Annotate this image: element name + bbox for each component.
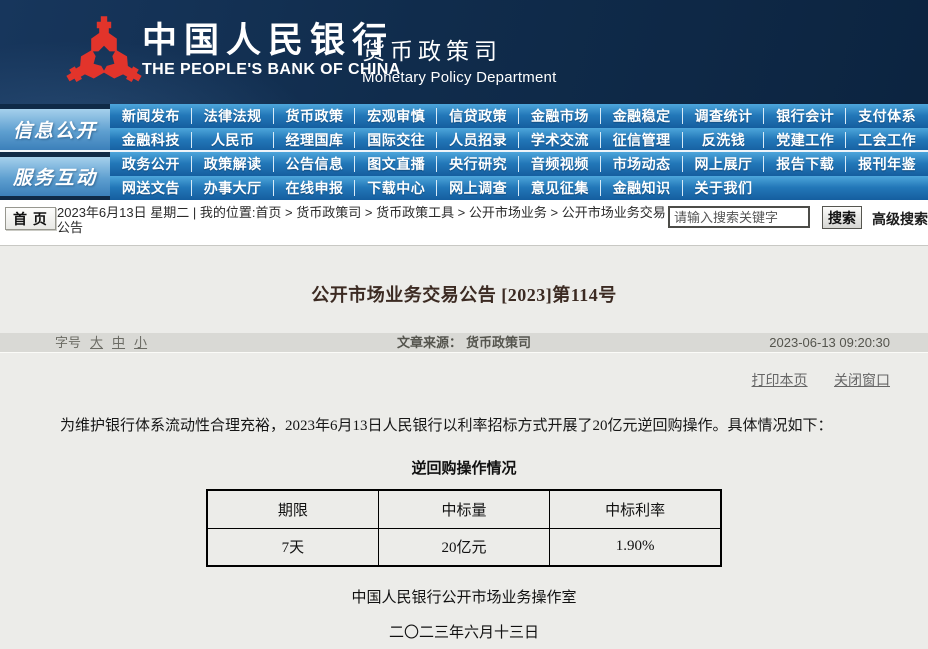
nav-item[interactable]: 在线申报 [274, 176, 356, 200]
table-cell: 20亿元 [378, 528, 549, 566]
nav-item[interactable]: 关于我们 [683, 176, 765, 200]
nav-band-info-disclosure: 信息公开 新闻发布法律法规货币政策宏观审慎信贷政策金融市场金融稳定调查统计银行会… [0, 104, 928, 152]
nav-item[interactable]: 报告下载 [764, 152, 846, 176]
nav-item[interactable]: 公告信息 [274, 152, 356, 176]
table-header-cell: 中标量 [378, 490, 549, 528]
table-header-row: 期限中标量中标利率 [207, 490, 721, 528]
nav-item[interactable]: 人员招录 [437, 128, 519, 152]
department-title: 货币政策司 Monetary Policy Department [362, 38, 556, 86]
dept-name-cn: 货币政策司 [362, 38, 556, 64]
nav-cell-empty [846, 176, 928, 200]
nav-item[interactable]: 学术交流 [519, 128, 601, 152]
article-content: 公开市场业务交易公告 [2023]第114号 字号大中小 文章来源：货币政策司 … [0, 245, 928, 649]
site-header: 中国人民银行 THE PEOPLE'S BANK OF CHINA 货币政策司 … [0, 0, 928, 104]
advanced-search-link[interactable]: 高级搜索 [872, 209, 928, 229]
nav-item[interactable]: 法律法规 [192, 104, 274, 128]
nav-item[interactable]: 意见征集 [519, 176, 601, 200]
nav-item[interactable]: 信贷政策 [437, 104, 519, 128]
signature-date: 二〇二三年六月十三日 [0, 621, 928, 641]
home-button[interactable]: 首 页 [5, 207, 56, 230]
table-body: 7天20亿元1.90% [207, 528, 721, 566]
table-cell: 1.90% [550, 528, 721, 566]
nav-item[interactable]: 网上展厅 [683, 152, 765, 176]
nav-item[interactable]: 调查统计 [683, 104, 765, 128]
nav-item[interactable]: 党建工作 [764, 128, 846, 152]
nav-item[interactable]: 经理国库 [274, 128, 356, 152]
nav-grid-info-disclosure: 新闻发布法律法规货币政策宏观审慎信贷政策金融市场金融稳定调查统计银行会计支付体系… [110, 104, 928, 152]
nav-item[interactable]: 市场动态 [601, 152, 683, 176]
article-tool-links: 打印本页 关闭窗口 [0, 370, 928, 390]
nav-item[interactable]: 网送文告 [110, 176, 192, 200]
print-page-link[interactable]: 打印本页 [752, 372, 808, 388]
nav-item[interactable]: 金融知识 [601, 176, 683, 200]
search-input[interactable] [668, 206, 810, 228]
article-meta-bar: 字号大中小 文章来源：货币政策司 2023-06-13 09:20:30 [0, 333, 928, 353]
table-header-cell: 中标利率 [550, 490, 721, 528]
nav-item[interactable]: 人民币 [192, 128, 274, 152]
signature: 中国人民银行公开市场业务操作室 [0, 586, 928, 606]
nav-item[interactable]: 宏观审慎 [355, 104, 437, 128]
nav-item[interactable]: 音频视频 [519, 152, 601, 176]
nav-item[interactable]: 支付体系 [846, 104, 928, 128]
main-navigation: 信息公开 新闻发布法律法规货币政策宏观审慎信贷政策金融市场金融稳定调查统计银行会… [0, 104, 928, 200]
breadcrumb[interactable]: 2023年6月13日 星期二 | 我的位置:首页 > 货币政策司 > 货币政策工… [57, 205, 672, 235]
nav-group-service-interaction[interactable]: 服务互动 [0, 157, 110, 196]
nav-grid-service-interaction: 政务公开政策解读公告信息图文直播央行研究音频视频市场动态网上展厅报告下载报刊年鉴… [110, 152, 928, 198]
dept-name-en: Monetary Policy Department [362, 69, 556, 86]
breadcrumb-bar: 首 页 2023年6月13日 星期二 | 我的位置:首页 > 货币政策司 > 货… [0, 200, 928, 245]
pboc-page: 中国人民银行 THE PEOPLE'S BANK OF CHINA 货币政策司 … [0, 0, 928, 649]
nav-item[interactable]: 工会工作 [846, 128, 928, 152]
article-body: 为维护银行体系流动性合理充裕，2023年6月13日人民银行以利率招标方式开展了2… [0, 416, 928, 436]
pboc-emblem-icon [64, 12, 144, 94]
nav-cell-empty [764, 176, 846, 200]
table-row: 7天20亿元1.90% [207, 528, 721, 566]
article-title: 公开市场业务交易公告 [2023]第114号 [0, 246, 928, 301]
nav-item[interactable]: 货币政策 [274, 104, 356, 128]
nav-item[interactable]: 反洗钱 [683, 128, 765, 152]
publish-datetime: 2023-06-13 09:20:30 [769, 333, 890, 352]
search-button[interactable]: 搜索 [822, 206, 862, 229]
nav-label-column: 信息公开 [0, 104, 110, 152]
nav-item[interactable]: 政务公开 [110, 152, 192, 176]
nav-item[interactable]: 金融市场 [519, 104, 601, 128]
table-title: 逆回购操作情况 [0, 457, 928, 477]
nav-item[interactable]: 央行研究 [437, 152, 519, 176]
reverse-repo-table: 期限中标量中标利率 7天20亿元1.90% [206, 489, 722, 567]
nav-item[interactable]: 金融稳定 [601, 104, 683, 128]
nav-item[interactable]: 国际交往 [355, 128, 437, 152]
nav-item[interactable]: 办事大厅 [192, 176, 274, 200]
nav-item[interactable]: 政策解读 [192, 152, 274, 176]
nav-item[interactable]: 征信管理 [601, 128, 683, 152]
source-value: 货币政策司 [466, 335, 531, 350]
nav-item[interactable]: 新闻发布 [110, 104, 192, 128]
table-cell: 7天 [207, 528, 378, 566]
nav-item[interactable]: 金融科技 [110, 128, 192, 152]
nav-item[interactable]: 网上调查 [437, 176, 519, 200]
nav-item[interactable]: 银行会计 [764, 104, 846, 128]
nav-group-info-disclosure[interactable]: 信息公开 [0, 109, 110, 150]
nav-band-service-interaction: 服务互动 政务公开政策解读公告信息图文直播央行研究音频视频市场动态网上展厅报告下… [0, 150, 928, 198]
nav-item[interactable]: 报刊年鉴 [846, 152, 928, 176]
nav-item[interactable]: 下载中心 [355, 176, 437, 200]
table-header-cell: 期限 [207, 490, 378, 528]
close-window-link[interactable]: 关闭窗口 [834, 372, 890, 388]
nav-label-column: 服务互动 [0, 152, 110, 198]
source-label: 文章来源： [397, 335, 462, 350]
nav-item[interactable]: 图文直播 [355, 152, 437, 176]
